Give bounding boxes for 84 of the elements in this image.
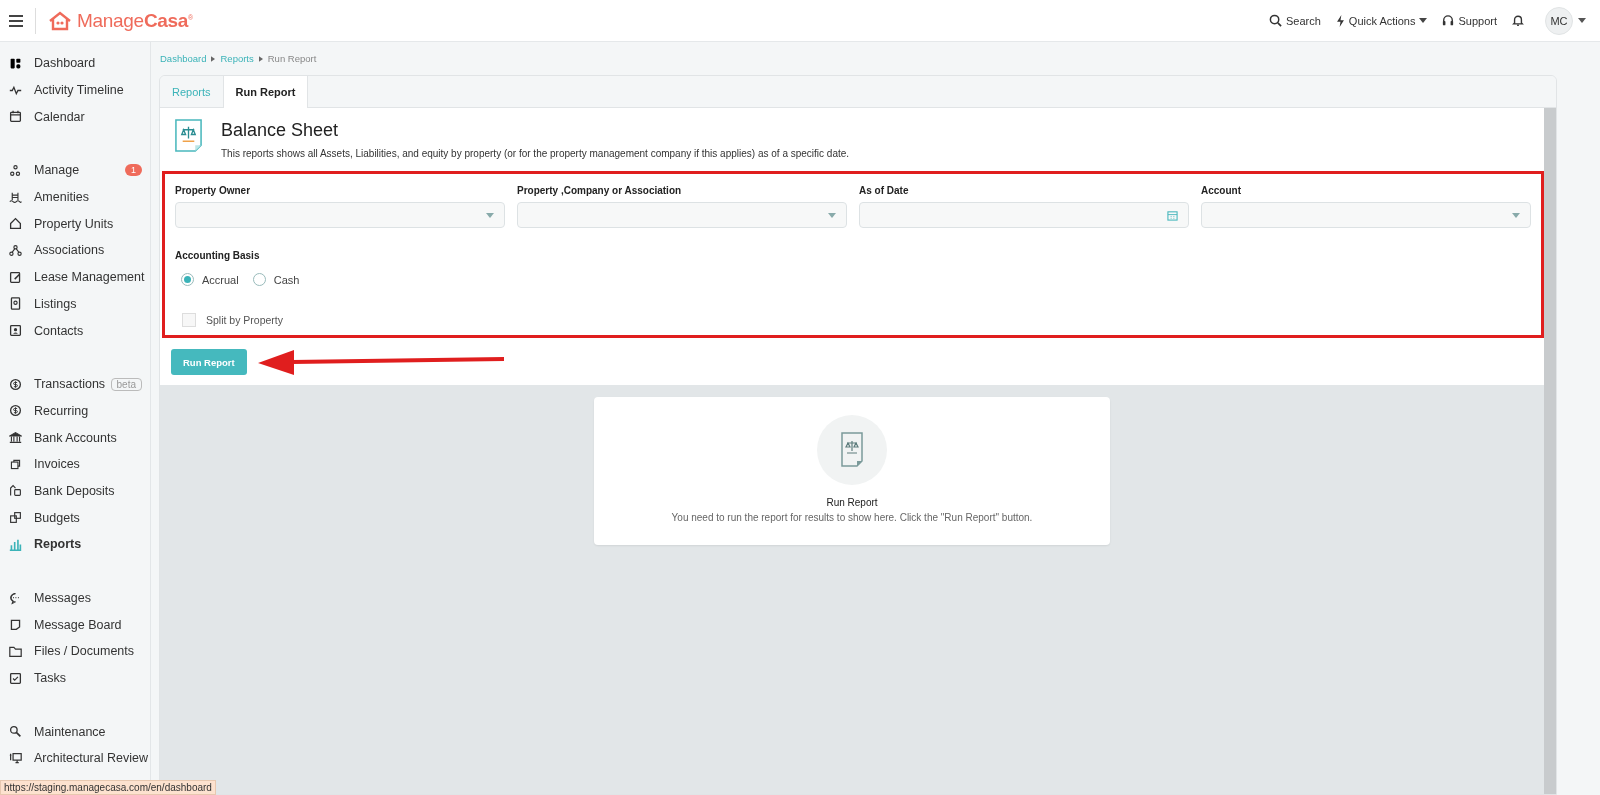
sidebar-item[interactable]: Property Units (0, 210, 150, 238)
caret-icon (1419, 18, 1428, 23)
field-label: Property Owner (175, 185, 252, 196)
pool-icon (9, 190, 22, 204)
sidebar-item[interactable]: Associations (0, 237, 150, 264)
menu-icon[interactable] (9, 14, 23, 27)
checkbox[interactable] (182, 313, 196, 327)
field-label: Account (1201, 185, 1242, 196)
sidebar-item[interactable]: Dashboard (0, 50, 150, 77)
calendar-icon (9, 110, 22, 124)
radio-option[interactable]: Accrual (181, 273, 239, 286)
contact-card-icon (9, 324, 22, 338)
sidebar-item[interactable]: Calendar (0, 103, 150, 131)
checklist-icon (9, 671, 22, 685)
field-label: Property ,Company or Association (517, 185, 683, 196)
tab[interactable]: Run Report (222, 76, 309, 108)
sidebar-item[interactable]: Files / Documents (0, 638, 150, 665)
sidebar-item[interactable]: Bank Accounts (0, 424, 150, 451)
sidebar-item[interactable]: Contacts (0, 317, 150, 344)
chevron-icon (258, 55, 263, 62)
copies-icon (9, 457, 22, 471)
radio-option[interactable]: Cash (252, 273, 300, 286)
empty-state-title: Run Report (826, 497, 878, 508)
report-title: Balance Sheet (221, 120, 340, 141)
caret-icon (1512, 212, 1520, 218)
caret-icon (828, 212, 836, 218)
nodes-icon (9, 163, 22, 177)
calendar-icon (1167, 209, 1178, 221)
scrollbar[interactable] (1544, 108, 1556, 794)
notification-bell-icon[interactable] (1512, 14, 1524, 27)
quick-actions-menu[interactable]: Quick Actions (1335, 14, 1428, 27)
sidebar-item[interactable]: Bank Deposits (0, 477, 150, 505)
sidebar-item[interactable]: Architectural Review (0, 745, 150, 772)
headset-icon (1442, 14, 1455, 27)
sidebar-item[interactable]: Message Board (0, 611, 150, 639)
sidebar-item[interactable]: Manage 1 (0, 157, 150, 184)
search-icon (1268, 14, 1282, 27)
grid-icon (9, 56, 22, 70)
status-url: https://staging.managecasa.com/en/dashboard (0, 780, 216, 795)
beta-tag: beta (110, 377, 142, 391)
bank-icon (9, 431, 22, 445)
sidebar-item[interactable]: Messages (0, 584, 150, 612)
budget-icon (9, 511, 22, 525)
dollar-icon (9, 404, 22, 418)
field-label: Accounting Basis (175, 250, 261, 261)
dropdown-field[interactable] (1201, 202, 1531, 228)
monitor-icon (9, 751, 22, 765)
sidebar-item[interactable]: Invoices (0, 450, 150, 478)
empty-state-message: You need to run the report for results to show here. Click the "Run Report" button. (671, 512, 1033, 523)
support-link[interactable]: Support (1442, 14, 1497, 27)
dropdown-field[interactable] (517, 202, 847, 228)
date-field[interactable] (859, 202, 1189, 228)
search-link[interactable]: Search (1268, 14, 1321, 27)
caret-icon[interactable] (1578, 18, 1586, 23)
board-icon (9, 618, 22, 632)
scale-document-icon (817, 415, 887, 485)
folder-icon (9, 644, 22, 658)
sidebar-item[interactable]: Recurring (0, 397, 150, 425)
bar-chart-icon (9, 537, 22, 551)
sidebar-item[interactable]: Listings (0, 290, 150, 318)
house-icon (9, 217, 22, 231)
sidebar-item[interactable]: Reports (0, 531, 150, 558)
edit-document-icon (9, 270, 22, 284)
chevron-icon (211, 55, 216, 62)
dollar-icon (9, 377, 22, 391)
lightning-icon (1335, 14, 1345, 27)
dropdown-field[interactable] (175, 202, 505, 228)
caret-icon (486, 212, 494, 218)
checkbox-option[interactable]: Split by Property (175, 313, 284, 327)
sidebar-item[interactable]: Tasks (0, 664, 150, 692)
report-description: This reports shows all Assets, Liabilities, and equity by property (or for the property management company if this applies) as of a specific date. (221, 148, 850, 159)
sidebar-item[interactable]: Lease Management (0, 263, 150, 291)
sidebar-item[interactable]: Transactions beta (0, 370, 150, 398)
field-label: As of Date (859, 185, 910, 196)
sidebar-item[interactable]: Budgets (0, 504, 150, 531)
sidebar-item[interactable]: Amenities (0, 183, 150, 211)
listing-icon (9, 297, 22, 311)
count-badge: 1 (125, 164, 142, 177)
sidebar-item[interactable]: Activity Timeline (0, 76, 150, 104)
network-icon (9, 243, 22, 257)
scale-document-icon (174, 118, 203, 153)
user-avatar[interactable]: MC (1545, 6, 1573, 35)
house-logo-icon (48, 10, 72, 31)
sidebar-item[interactable]: Maintenance (0, 718, 150, 746)
